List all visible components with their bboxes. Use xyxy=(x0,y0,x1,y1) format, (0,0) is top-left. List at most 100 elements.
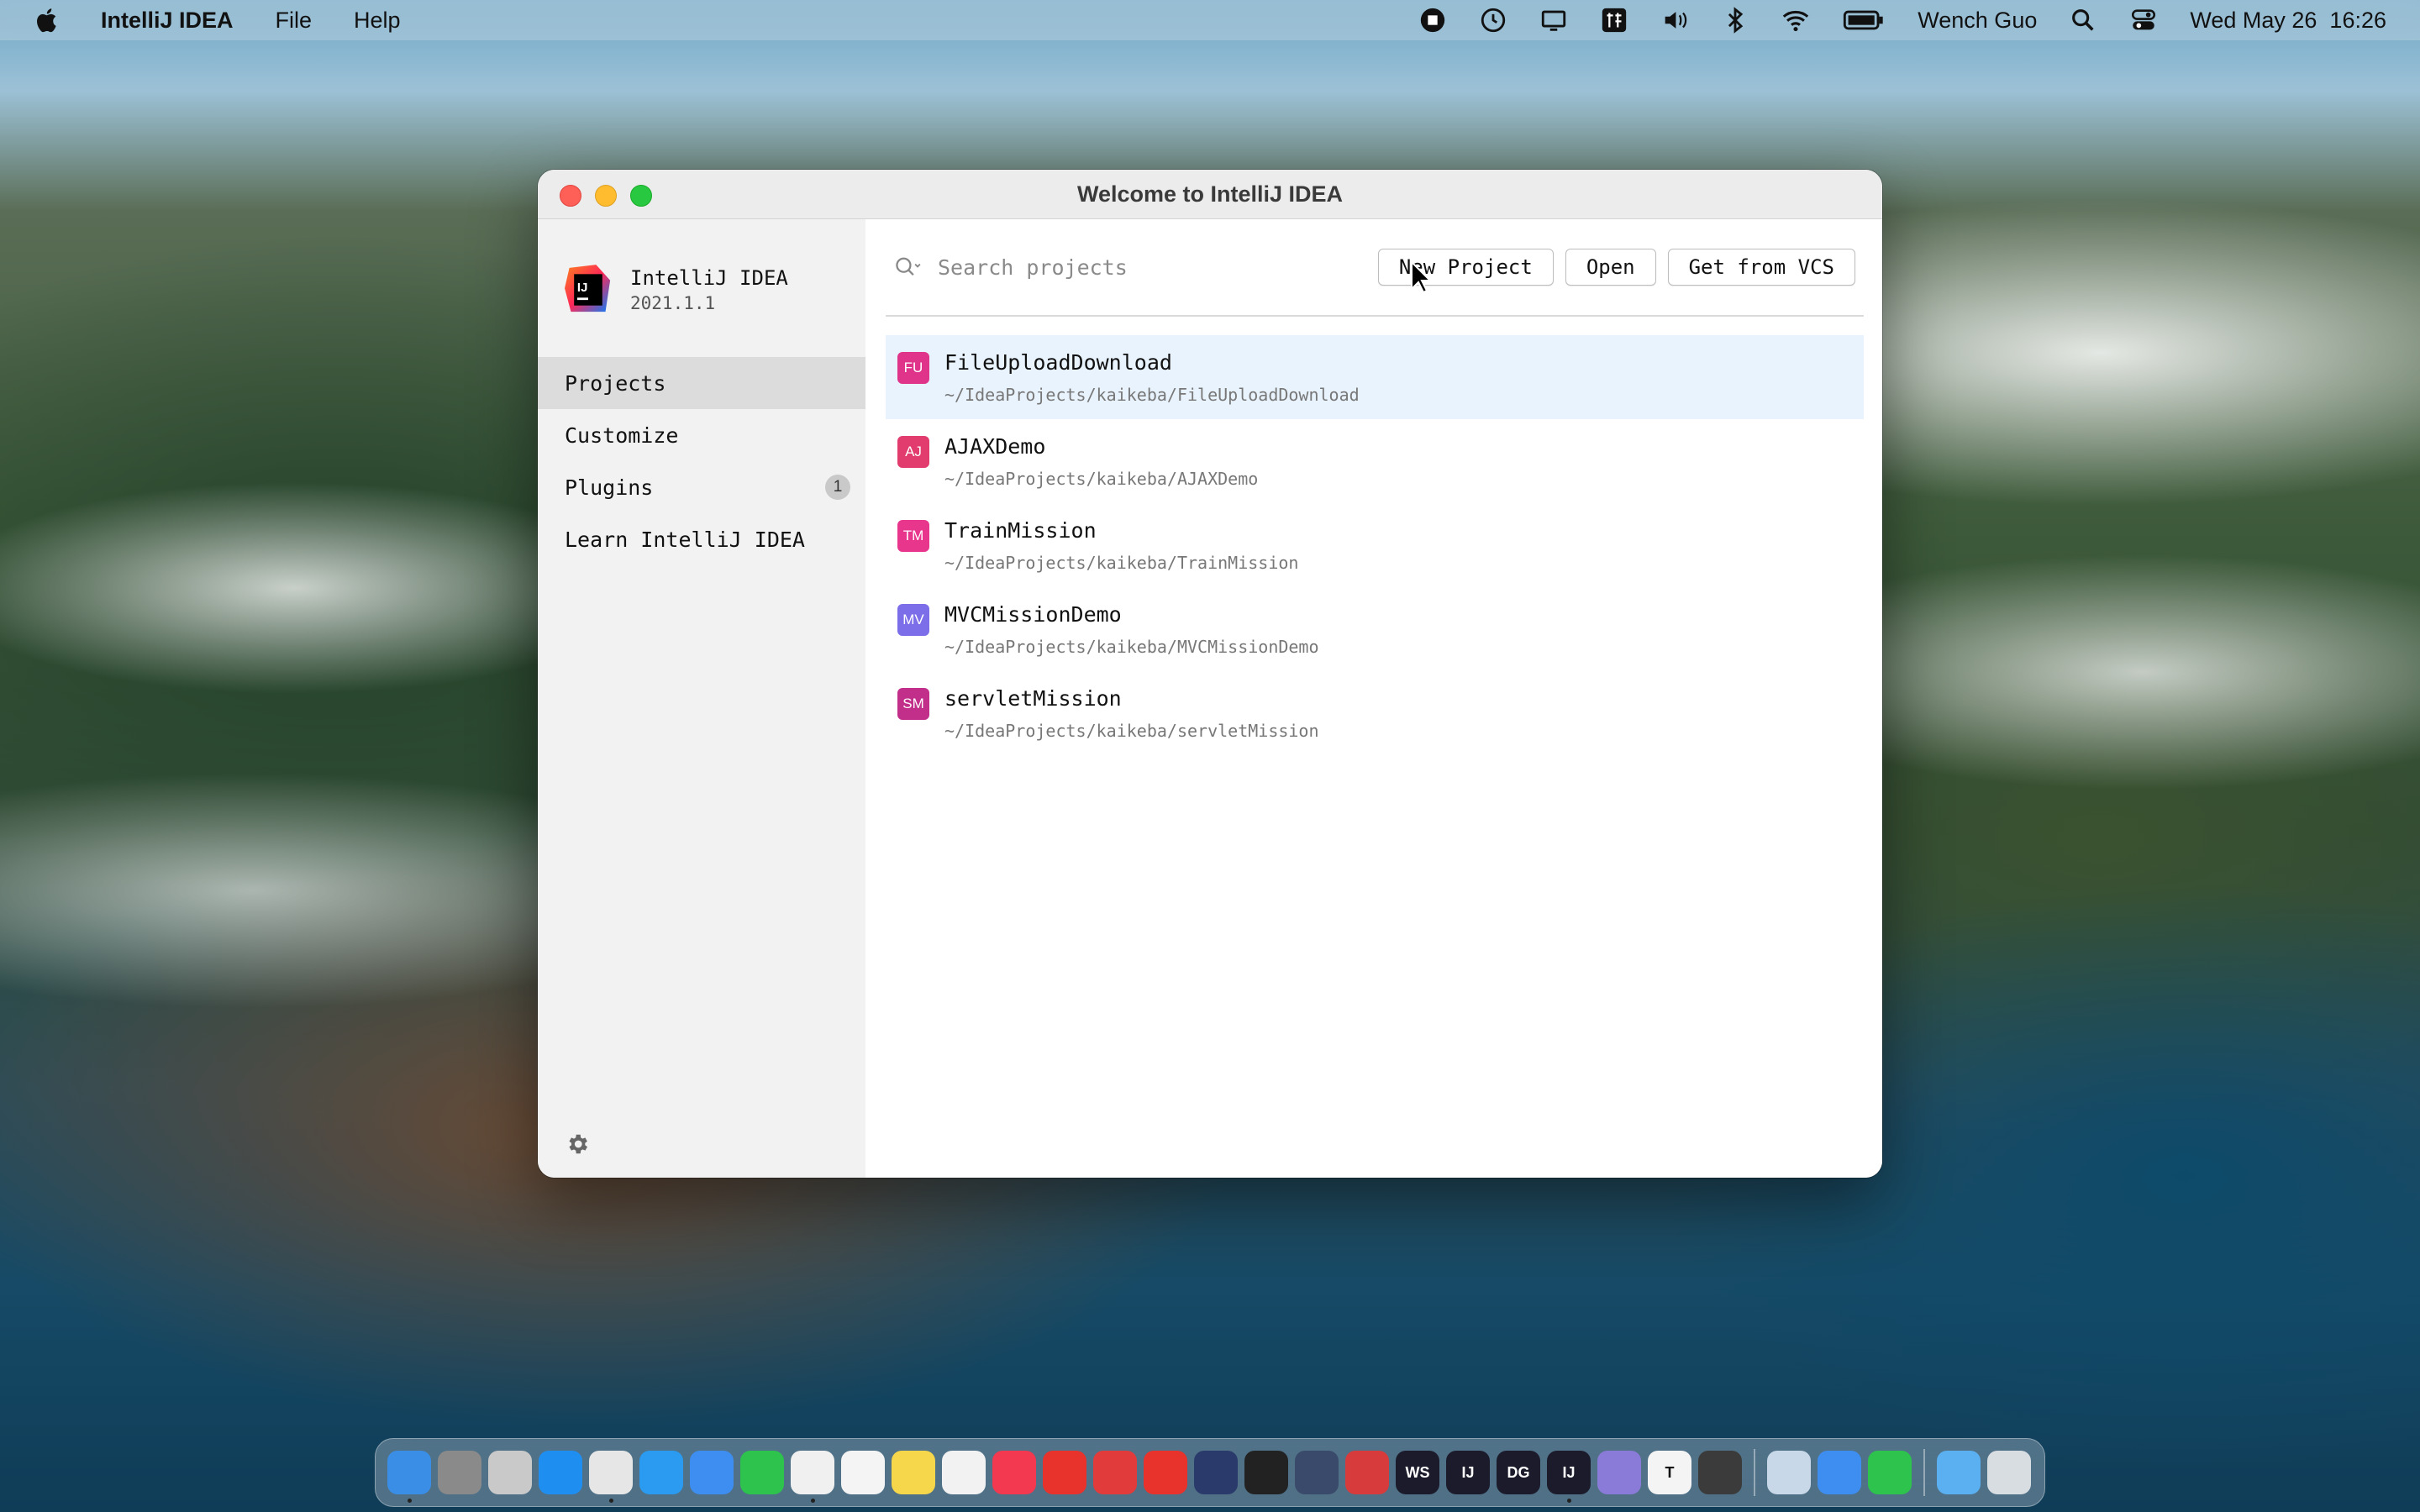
dock-music-icon[interactable] xyxy=(992,1451,1036,1494)
menu-help[interactable]: Help xyxy=(354,8,401,34)
product-brand: IJ IntelliJ IDEA 2021.1.1 xyxy=(538,219,865,315)
dock-folder-icon[interactable] xyxy=(1937,1451,1981,1494)
dock-separator xyxy=(1754,1449,1755,1496)
search-box[interactable] xyxy=(894,254,1366,281)
project-initials-icon: MV xyxy=(897,604,929,636)
dock-intellij-1-icon[interactable]: IJ xyxy=(1446,1451,1490,1494)
projects-toolbar: New Project Open Get from VCS xyxy=(886,219,1864,317)
sidebar: IJ IntelliJ IDEA 2021.1.1 Projects Custo… xyxy=(538,219,865,1178)
project-item-servletmission[interactable]: SM servletMission ~/IdeaProjects/kaikeba/… xyxy=(886,671,1864,755)
title-bar[interactable]: Welcome to IntelliJ IDEA xyxy=(538,170,1882,219)
project-name: servletMission xyxy=(944,686,1122,711)
recent-projects-list: FU FileUploadDownload ~/IdeaProjects/kaik… xyxy=(886,335,1864,755)
project-path: ~/IdeaProjects/kaikeba/TrainMission xyxy=(944,553,1299,573)
project-item-ajaxdemo[interactable]: AJ AJAXDemo ~/IdeaProjects/kaikeba/AJAXDe… xyxy=(886,419,1864,503)
project-initials-icon: FU xyxy=(897,352,929,384)
product-version: 2021.1.1 xyxy=(630,293,716,313)
dock-separator xyxy=(1923,1449,1925,1496)
project-path: ~/IdeaProjects/kaikeba/servletMission xyxy=(944,721,1319,741)
dock-safari-icon[interactable] xyxy=(639,1451,683,1494)
dock-app-dark-icon[interactable] xyxy=(1295,1451,1339,1494)
sidebar-item-learn[interactable]: Learn IntelliJ IDEA xyxy=(538,513,865,565)
dock-typora-icon[interactable]: T xyxy=(1648,1451,1691,1494)
new-project-button[interactable]: New Project xyxy=(1377,249,1554,286)
menu-app-name[interactable]: IntelliJ IDEA xyxy=(101,8,234,34)
get-from-vcs-button[interactable]: Get from VCS xyxy=(1667,249,1855,286)
gear-icon[interactable] xyxy=(565,1131,590,1157)
dock-webstorm-icon[interactable]: WS xyxy=(1396,1451,1439,1494)
welcome-window: Welcome to IntelliJ IDEA IJ IntelliJ IDE… xyxy=(538,170,1882,1178)
record-stop-icon[interactable] xyxy=(1418,6,1447,34)
project-initials-icon: AJ xyxy=(897,436,929,468)
projects-panel: New Project Open Get from VCS FU FileUpl… xyxy=(865,219,1882,1178)
sidebar-item-label: Learn IntelliJ IDEA xyxy=(565,527,805,552)
dock-facetime-icon[interactable] xyxy=(1868,1451,1912,1494)
intellij-logo-icon: IJ xyxy=(565,265,611,312)
input-method-icon[interactable] xyxy=(1600,6,1628,34)
svg-text:IJ: IJ xyxy=(577,281,587,295)
dock-preview-icon[interactable] xyxy=(1767,1451,1811,1494)
dock-app-purple-icon[interactable] xyxy=(1597,1451,1641,1494)
project-name: MVCMissionDemo xyxy=(944,602,1122,627)
dock-photos-icon[interactable] xyxy=(841,1451,885,1494)
sidebar-item-projects[interactable]: Projects xyxy=(538,357,865,409)
volume-icon[interactable] xyxy=(1660,6,1689,34)
dock-trash-icon[interactable] xyxy=(1987,1451,2031,1494)
sidebar-item-customize[interactable]: Customize xyxy=(538,409,865,461)
close-button[interactable] xyxy=(560,185,581,207)
project-path: ~/IdeaProjects/kaikeba/MVCMissionDemo xyxy=(944,637,1319,657)
dock-chrome-icon[interactable] xyxy=(589,1451,633,1503)
dock-netease-music-icon[interactable] xyxy=(1093,1451,1137,1494)
project-path: ~/IdeaProjects/kaikeba/AJAXDemo xyxy=(944,469,1259,489)
sidebar-item-label: Projects xyxy=(565,370,666,396)
apple-icon[interactable] xyxy=(34,6,62,34)
bluetooth-icon[interactable] xyxy=(1721,6,1749,34)
minimize-button[interactable] xyxy=(595,185,617,207)
time-machine-icon[interactable] xyxy=(1479,6,1507,34)
sidebar-item-plugins[interactable]: Plugins 1 xyxy=(538,461,865,513)
dock-sublime-text-icon[interactable] xyxy=(1698,1451,1742,1494)
dock-notes-icon[interactable] xyxy=(892,1451,935,1494)
dock-mail-icon[interactable] xyxy=(690,1451,734,1494)
project-name: AJAXDemo xyxy=(944,434,1046,459)
open-button[interactable]: Open xyxy=(1565,249,1656,286)
product-name: IntelliJ IDEA xyxy=(630,266,788,290)
dock-terminal-icon[interactable] xyxy=(1244,1451,1288,1494)
menu-file[interactable]: File xyxy=(276,8,313,34)
dock-app-store-icon[interactable] xyxy=(539,1451,582,1494)
project-name: FileUploadDownload xyxy=(944,350,1172,375)
control-center-icon[interactable] xyxy=(2129,6,2158,34)
wifi-icon[interactable] xyxy=(1781,6,1810,34)
dock-finder-icon[interactable] xyxy=(387,1451,431,1503)
dock-baidu-netdisk-icon[interactable] xyxy=(942,1451,986,1494)
display-icon[interactable] xyxy=(1539,6,1568,34)
dock-intellij-2-icon[interactable]: IJ xyxy=(1547,1451,1591,1503)
menu-bar: IntelliJ IDEA File Help Wench Guo Wed Ma… xyxy=(0,0,2420,40)
dock-video-app-icon[interactable] xyxy=(1194,1451,1238,1494)
plugins-update-badge: 1 xyxy=(825,475,850,500)
menu-user[interactable]: Wench Guo xyxy=(1918,8,2037,34)
project-path: ~/IdeaProjects/kaikeba/FileUploadDownloa… xyxy=(944,385,1360,405)
project-initials-icon: SM xyxy=(897,688,929,720)
sidebar-nav: Projects Customize Plugins 1 Learn Intell… xyxy=(538,357,865,565)
dock-launchpad-icon[interactable] xyxy=(488,1451,532,1494)
project-item-mvcmissiondemo[interactable]: MV MVCMissionDemo ~/IdeaProjects/kaikeba/… xyxy=(886,587,1864,671)
project-item-fileuploaddownload[interactable]: FU FileUploadDownload ~/IdeaProjects/kaik… xyxy=(886,335,1864,419)
dock-parallels-icon[interactable] xyxy=(1345,1451,1389,1494)
project-item-trainmission[interactable]: TM TrainMission ~/IdeaProjects/kaikeba/Tr… xyxy=(886,503,1864,587)
dock-wechat-icon[interactable] xyxy=(740,1451,784,1494)
spotlight-icon[interactable] xyxy=(2069,6,2097,34)
search-icon xyxy=(896,257,921,276)
mouse-cursor-icon xyxy=(1411,260,1432,294)
battery-icon[interactable] xyxy=(1842,6,1886,34)
menu-clock[interactable]: Wed May 26 16:26 xyxy=(2190,8,2386,34)
dock-app-red-2-icon[interactable] xyxy=(1144,1451,1187,1494)
dock-qq-icon[interactable] xyxy=(791,1451,834,1503)
dock-datagrip-icon[interactable]: DG xyxy=(1497,1451,1540,1494)
search-input[interactable] xyxy=(936,254,1276,281)
dock-feishu-icon[interactable] xyxy=(1818,1451,1861,1494)
zoom-button[interactable] xyxy=(630,185,652,207)
dock-app-red-1-icon[interactable] xyxy=(1043,1451,1086,1494)
project-name: TrainMission xyxy=(944,518,1097,543)
dock-system-preferences-icon[interactable] xyxy=(438,1451,481,1494)
